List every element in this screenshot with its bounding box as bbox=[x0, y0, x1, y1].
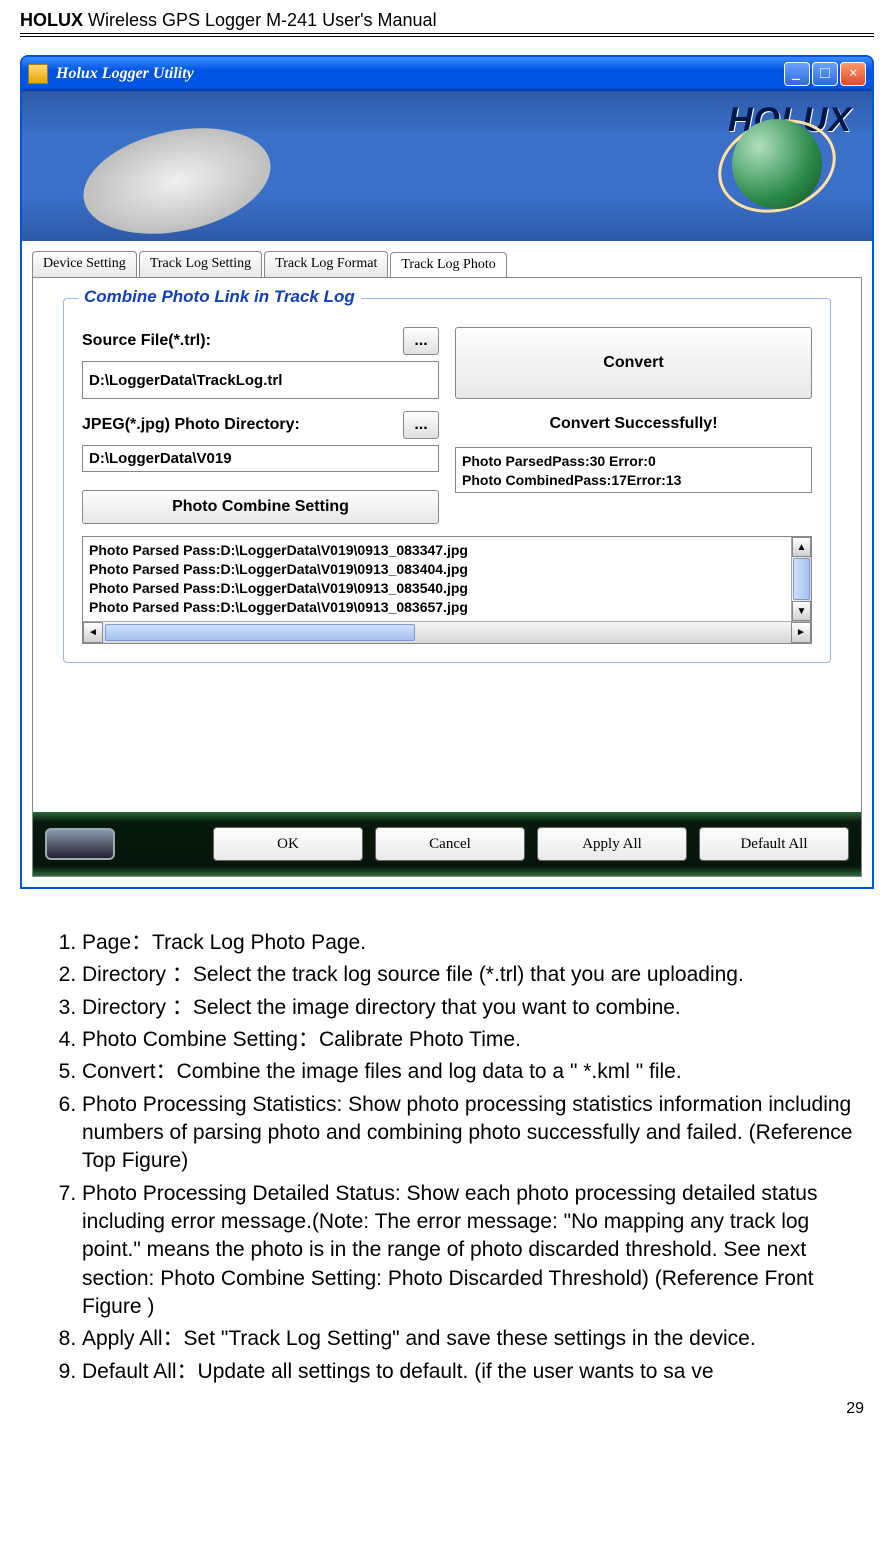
page-number: 29 bbox=[20, 1390, 874, 1418]
apply-all-button[interactable]: Apply All bbox=[537, 827, 687, 861]
app-icon bbox=[28, 64, 48, 84]
source-file-label: Source File(*.trl): bbox=[82, 332, 397, 350]
vscroll-thumb[interactable] bbox=[793, 558, 810, 600]
photo-combine-setting-button[interactable]: Photo Combine Setting bbox=[82, 490, 439, 524]
dish-illustration bbox=[74, 112, 281, 249]
log-area: Photo Parsed Pass:D:\LoggerData\V019\091… bbox=[82, 536, 812, 644]
earth-illustration bbox=[732, 119, 822, 209]
footer-ornament bbox=[45, 828, 115, 860]
jpeg-browse-button[interactable]: ... bbox=[403, 411, 439, 439]
list-item: Directory ：Select the track log source f… bbox=[82, 961, 864, 989]
convert-status-label: Convert Successfully! bbox=[455, 411, 812, 437]
source-file-input[interactable] bbox=[82, 361, 439, 399]
maximize-button[interactable]: □ bbox=[812, 62, 838, 86]
log-content: Photo Parsed Pass:D:\LoggerData\V019\091… bbox=[83, 537, 811, 621]
list-item: Default All：Update all settings to defau… bbox=[82, 1358, 864, 1386]
convert-button[interactable]: Convert bbox=[455, 327, 812, 399]
cancel-button[interactable]: Cancel bbox=[375, 827, 525, 861]
doc-header: HOLUX Wireless GPS Logger M-241 User's M… bbox=[20, 10, 874, 37]
log-horizontal-scrollbar[interactable]: ◄ ► bbox=[83, 621, 811, 643]
scroll-right-icon[interactable]: ► bbox=[791, 622, 811, 643]
stats-box: Photo ParsedPass:30 Error:0 Photo Combin… bbox=[455, 447, 812, 493]
tab-device-setting[interactable]: Device Setting bbox=[32, 251, 137, 277]
list-item: Page：Track Log Photo Page. bbox=[82, 929, 864, 957]
list-item: Photo Processing Detailed Status: Show e… bbox=[82, 1180, 864, 1322]
list-item: Photo Combine Setting：Calibrate Photo Ti… bbox=[82, 1026, 864, 1054]
scroll-left-icon[interactable]: ◄ bbox=[83, 622, 103, 643]
scroll-up-icon[interactable]: ▲ bbox=[792, 537, 811, 557]
doc-header-bold: HOLUX bbox=[20, 10, 83, 30]
tab-panel: Combine Photo Link in Track Log Source F… bbox=[32, 277, 862, 877]
list-item: Directory ：Select the image directory th… bbox=[82, 994, 864, 1022]
group-title: Combine Photo Link in Track Log bbox=[78, 287, 361, 307]
default-all-button[interactable]: Default All bbox=[699, 827, 849, 861]
jpeg-dir-input[interactable] bbox=[82, 445, 439, 472]
tabs: Device Setting Track Log Setting Track L… bbox=[22, 241, 872, 277]
footer-bar: OK Cancel Apply All Default All bbox=[33, 812, 861, 876]
scroll-down-icon[interactable]: ▼ bbox=[792, 601, 811, 621]
ok-button[interactable]: OK bbox=[213, 827, 363, 861]
hscroll-thumb[interactable] bbox=[105, 624, 415, 641]
tab-track-log-format[interactable]: Track Log Format bbox=[264, 251, 388, 277]
log-vertical-scrollbar[interactable]: ▲ ▼ bbox=[791, 537, 811, 621]
jpeg-dir-label: JPEG(*.jpg) Photo Directory: bbox=[82, 416, 397, 434]
window-title: Holux Logger Utility bbox=[56, 65, 194, 83]
doc-header-rest: Wireless GPS Logger M-241 User's Manual bbox=[83, 10, 437, 30]
titlebar: Holux Logger Utility _ □ × bbox=[22, 57, 872, 91]
minimize-button[interactable]: _ bbox=[784, 62, 810, 86]
close-button[interactable]: × bbox=[840, 62, 866, 86]
source-browse-button[interactable]: ... bbox=[403, 327, 439, 355]
list-item: Convert：Combine the image files and log … bbox=[82, 1058, 864, 1086]
list-item: Photo Processing Statistics: Show photo … bbox=[82, 1091, 864, 1176]
header-banner: HOLUX bbox=[22, 91, 872, 241]
combine-group: Combine Photo Link in Track Log Source F… bbox=[63, 298, 831, 663]
tab-track-log-photo[interactable]: Track Log Photo bbox=[390, 252, 506, 278]
list-item: Apply All：Set "Track Log Setting" and sa… bbox=[82, 1325, 864, 1353]
instruction-list: Page：Track Log Photo Page. Directory ：Se… bbox=[20, 929, 874, 1386]
tab-track-log-setting[interactable]: Track Log Setting bbox=[139, 251, 262, 277]
app-window: Holux Logger Utility _ □ × HOLUX Device … bbox=[20, 55, 874, 889]
